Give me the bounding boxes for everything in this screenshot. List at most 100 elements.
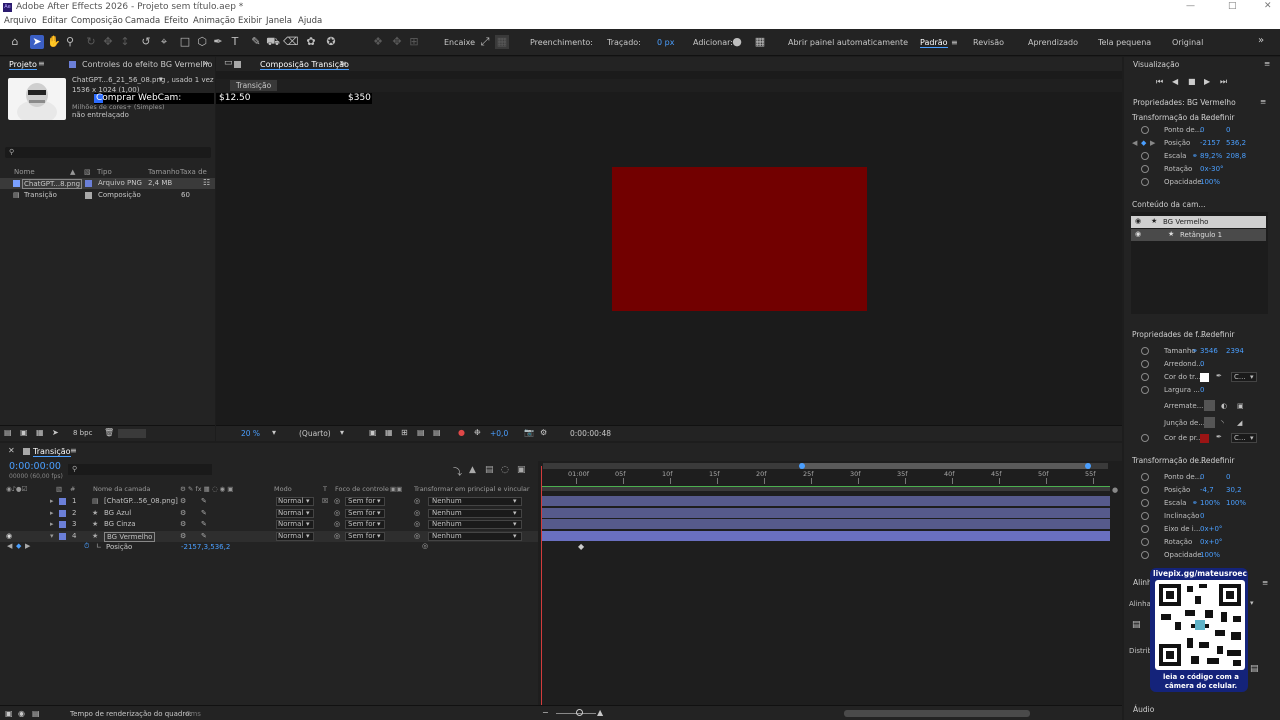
- project-item-row[interactable]: ▤ Transição Composição 60: [0, 190, 215, 201]
- focus-pickwhip-icon[interactable]: ◎: [334, 497, 340, 505]
- constrain-icon[interactable]: ⚭: [1192, 347, 1198, 355]
- expand-icon[interactable]: ▾: [50, 532, 54, 540]
- snap-c-icon[interactable]: ⊞: [407, 35, 421, 49]
- layer-duration-bar[interactable]: [542, 496, 1110, 506]
- sort-icon[interactable]: ▲: [70, 168, 75, 176]
- fill-label[interactable]: Preenchimento:: [530, 38, 593, 47]
- chevron-down-icon[interactable]: ▾: [377, 532, 381, 540]
- col-tipo[interactable]: Tipo: [97, 168, 112, 176]
- stopwatch-icon[interactable]: [1141, 499, 1149, 507]
- footer-slider[interactable]: [118, 429, 146, 438]
- settings-icon[interactable]: ➤: [52, 428, 59, 437]
- bg-vermelho-layer[interactable]: [612, 167, 867, 311]
- menu-ajuda[interactable]: Ajuda: [298, 16, 322, 26]
- playhead[interactable]: [541, 466, 542, 705]
- menu-composicao[interactable]: Composição: [71, 16, 123, 26]
- stop-icon[interactable]: ■: [1188, 77, 1196, 86]
- rotate-tool-icon[interactable]: ↺: [139, 35, 153, 49]
- layer-quality-icon[interactable]: ✎: [201, 532, 207, 540]
- lock-icon[interactable]: ▭: [224, 58, 233, 68]
- prop-value[interactable]: 100%: [1226, 499, 1246, 507]
- channels-icon[interactable]: ●: [458, 428, 465, 437]
- prev-frame-icon[interactable]: ◀: [1172, 77, 1178, 86]
- layer-name[interactable]: BG Azul: [104, 509, 131, 517]
- layer-duration-bar[interactable]: [542, 519, 1110, 529]
- reset-transform-link[interactable]: Redefinir: [1201, 113, 1235, 122]
- zoom-slider-thumb[interactable]: [576, 709, 583, 716]
- render-time-toggle-icon[interactable]: ▣: [5, 709, 13, 718]
- stopwatch-icon[interactable]: [1141, 434, 1149, 442]
- modes-toggle-icon[interactable]: ▤: [32, 709, 40, 718]
- stopwatch-icon[interactable]: [1141, 538, 1149, 546]
- align-to-dropdown-icon[interactable]: ▾: [1250, 599, 1254, 607]
- stopwatch-icon[interactable]: [1141, 512, 1149, 520]
- chevron-down-icon[interactable]: ▾: [306, 509, 310, 517]
- layer-switch-icon[interactable]: ⚙: [180, 509, 186, 517]
- menu-editar[interactable]: Editar: [42, 16, 67, 26]
- stopwatch-icon[interactable]: [1141, 152, 1149, 160]
- stopwatch-icon[interactable]: [1141, 360, 1149, 368]
- bpc-button[interactable]: 8 bpc: [73, 429, 92, 437]
- workspace-padrao[interactable]: Padrão: [920, 38, 948, 48]
- cap-square-icon[interactable]: ▣: [1237, 402, 1244, 410]
- chevron-down-icon[interactable]: ▾: [377, 497, 381, 505]
- timeline-menu-icon[interactable]: ≡: [70, 446, 77, 455]
- chevron-down-icon[interactable]: ▾: [513, 520, 517, 528]
- layer-color-icon[interactable]: [59, 498, 66, 505]
- expand-icon[interactable]: ▸: [50, 509, 54, 517]
- transparency-grid-icon[interactable]: ▦: [385, 428, 393, 437]
- stopwatch-icon[interactable]: [1141, 486, 1149, 494]
- new-folder-icon[interactable]: ▣: [20, 428, 28, 437]
- last-frame-icon[interactable]: ⏭: [1220, 77, 1227, 87]
- cap-round-icon[interactable]: ◐: [1221, 402, 1227, 410]
- keyframe-add-icon[interactable]: ◆: [16, 542, 21, 550]
- preserve-transparency-icon[interactable]: ☒: [322, 497, 328, 505]
- chevron-down-icon[interactable]: ▾: [1250, 434, 1254, 442]
- color-manage-icon[interactable]: ❉: [474, 428, 481, 437]
- graph-link-icon[interactable]: ∟: [96, 542, 102, 550]
- close-icon[interactable]: ✕: [1264, 1, 1272, 11]
- keyframe-icon[interactable]: ◆: [578, 542, 584, 551]
- draft-3d-icon[interactable]: ▲: [469, 465, 476, 475]
- first-frame-icon[interactable]: ⏮: [1156, 77, 1163, 87]
- chevron-down-icon[interactable]: ▾: [513, 509, 517, 517]
- chevron-down-icon[interactable]: ▾: [306, 497, 310, 505]
- zoom-dropdown-icon[interactable]: ▾: [272, 428, 276, 437]
- prev-keyframe-icon[interactable]: ◀: [1132, 139, 1137, 147]
- pen-mask-icon[interactable]: ⬡: [195, 35, 209, 49]
- layer-name[interactable]: BG Cinza: [104, 520, 136, 528]
- eye-icon[interactable]: ◉: [1135, 217, 1141, 225]
- join-miter-icon[interactable]: [1204, 417, 1215, 428]
- col-tamanho[interactable]: Tamanho: [148, 168, 180, 176]
- prop-value[interactable]: 0: [1200, 126, 1204, 134]
- prop-value[interactable]: 0x-30°: [1200, 165, 1224, 173]
- prop-value[interactable]: 0: [1226, 126, 1230, 134]
- col-taxa[interactable]: Taxa de: [180, 168, 207, 176]
- reset-shape-link[interactable]: Redefinir: [1201, 330, 1235, 339]
- prop-value[interactable]: 208,8: [1226, 152, 1246, 160]
- prop-value[interactable]: 0x+0°: [1200, 538, 1222, 546]
- brush-tool-icon[interactable]: ✎: [249, 35, 263, 49]
- eraser-tool-icon[interactable]: ⌫: [283, 35, 299, 49]
- workspace-original[interactable]: Original: [1172, 38, 1203, 47]
- col-nome[interactable]: Nome: [14, 168, 35, 176]
- snap-a-icon[interactable]: ❖: [371, 35, 385, 49]
- parent-pickwhip-icon[interactable]: ◎: [414, 497, 420, 505]
- chevron-down-icon[interactable]: ▾: [377, 509, 381, 517]
- fill-color-swatch[interactable]: [1200, 434, 1209, 443]
- prop-value[interactable]: 100%: [1200, 499, 1220, 507]
- tab-composicao[interactable]: Composição Transição: [260, 60, 349, 70]
- constrain-icon[interactable]: ⚭: [1192, 499, 1198, 507]
- prop-value[interactable]: 0: [1200, 360, 1204, 368]
- prop-value[interactable]: -4,7: [1200, 486, 1214, 494]
- workspace-tela-pequena[interactable]: Tela pequena: [1098, 38, 1151, 47]
- table-row[interactable]: ◉ ▾ 4 ★ BG Vermelho ⚙ ✎ Normal ▾ ◎ Sem for ▾ ◎ Nenhum…: [0, 530, 538, 542]
- content-item-group[interactable]: ◉ ★ BG Vermelho: [1131, 216, 1266, 228]
- prop-value[interactable]: 0x+0°: [1200, 525, 1222, 533]
- home-icon[interactable]: ⌂: [8, 35, 22, 49]
- chevron-down-icon[interactable]: ▾: [377, 520, 381, 528]
- stopwatch-icon[interactable]: [1141, 551, 1149, 559]
- keyframe-icon[interactable]: ◆: [1141, 139, 1146, 147]
- menu-animacao[interactable]: Animação: [193, 16, 235, 26]
- item-label-color[interactable]: [85, 192, 92, 199]
